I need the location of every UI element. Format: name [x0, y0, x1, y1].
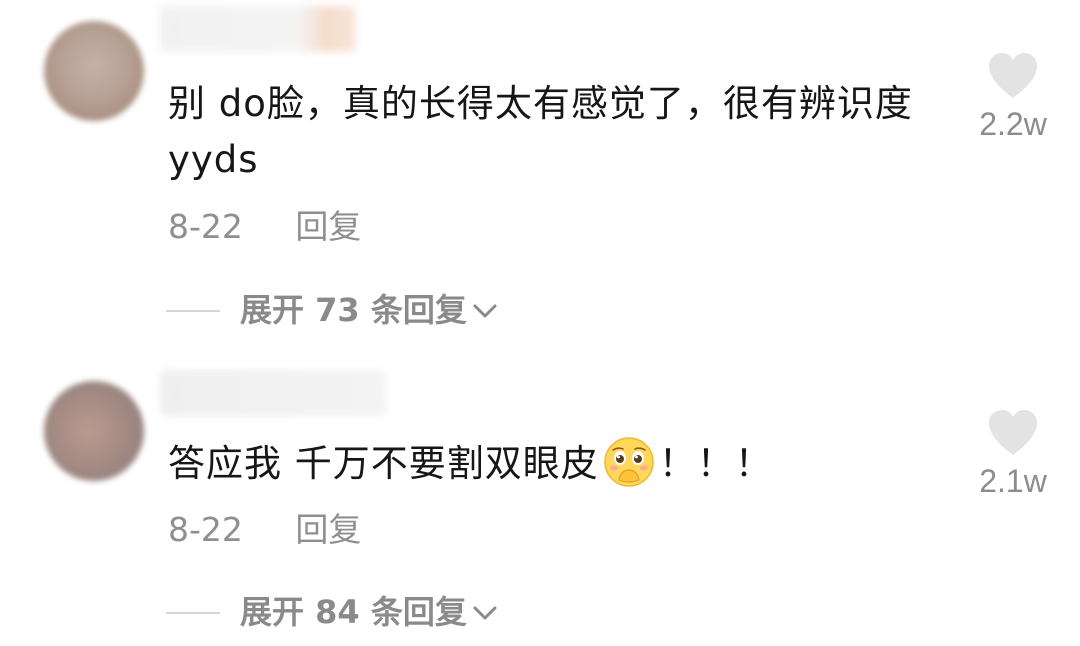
avatar[interactable] — [44, 21, 144, 121]
like-count: 2.1w — [979, 463, 1047, 499]
comment-meta: 8-22 回复 — [168, 207, 361, 247]
chevron-down-icon — [473, 606, 497, 620]
username-blurred[interactable] — [160, 370, 386, 416]
avatar[interactable] — [44, 381, 144, 481]
comment-date: 8-22 — [168, 510, 243, 549]
username-blurred[interactable] — [160, 6, 356, 52]
comment-text: 答应我 千万不要割双眼皮 — [168, 442, 599, 485]
exclamation-marks: ！！！ — [658, 442, 773, 485]
divider-line — [166, 310, 220, 312]
comment-text-line: 答应我 千万不要割双眼皮 ！！！ — [168, 436, 928, 492]
like-button[interactable]: 2.1w — [968, 407, 1058, 499]
reply-button[interactable]: 回复 — [295, 207, 361, 247]
heart-icon — [989, 410, 1037, 455]
like-count: 2.2w — [979, 106, 1047, 142]
pleading-face-emoji — [604, 437, 654, 487]
chevron-down-icon — [473, 304, 497, 318]
expand-replies-button[interactable]: 展开 73 条回复 — [166, 290, 499, 330]
heart-icon — [989, 53, 1037, 98]
reply-button[interactable]: 回复 — [295, 510, 361, 550]
divider-line — [166, 612, 220, 614]
expand-replies-label: 展开 73 条回复 — [240, 291, 467, 329]
comment-text: 别 do脸，真的长得太有感觉了，很有辨识度 yyds — [168, 82, 913, 181]
expand-replies-button[interactable]: 展开 84 条回复 — [166, 592, 499, 632]
expand-replies-label: 展开 84 条回复 — [240, 593, 467, 631]
like-button[interactable]: 2.2w — [968, 50, 1058, 142]
comment-date: 8-22 — [168, 207, 243, 246]
comment-meta: 8-22 回复 — [168, 510, 361, 550]
